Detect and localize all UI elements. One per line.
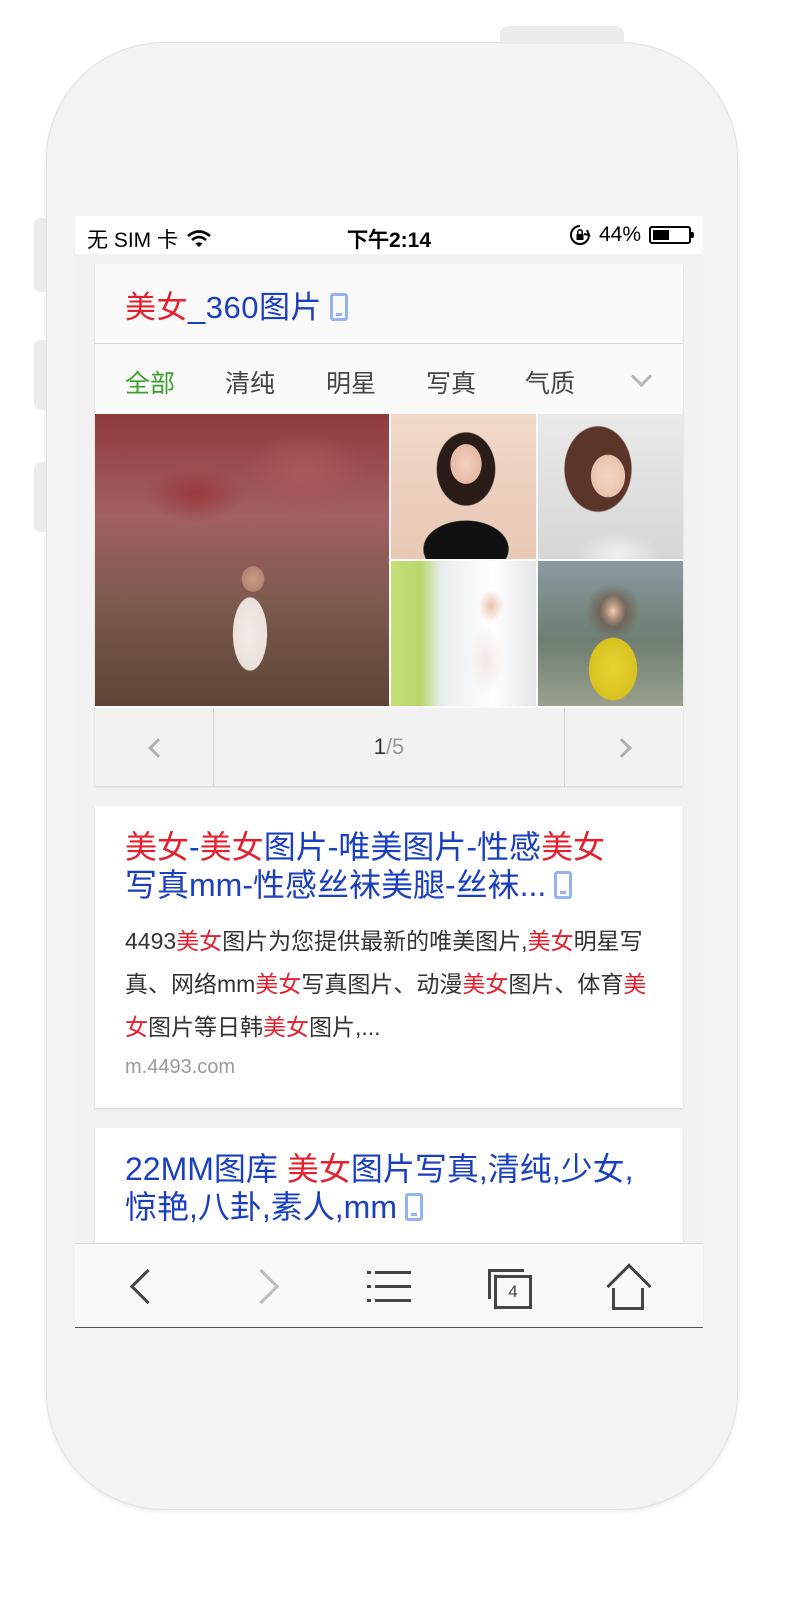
snippet-text: 4493 [125,928,177,954]
orientation-lock-icon [570,225,591,245]
image-thumbnail[interactable] [391,414,536,559]
title-highlight: 美女 [125,290,188,325]
image-thumbnail[interactable] [538,561,683,706]
snippet-text: 图片,... [309,1014,381,1040]
snippet-text: 写真图片、动漫 [301,971,463,997]
result-url[interactable]: m.4493.com [125,1056,235,1079]
battery-percent: 44% [598,223,641,246]
result-title-link[interactable]: 22MM图库 美女图片写真,清纯,少女,惊艳,八卦,素人,mm [125,1150,655,1226]
status-bar: 无 SIM 卡 下午2:14 44% [75,216,703,254]
title-highlight: 美女 [541,829,606,865]
tab-photoshoot[interactable]: 写真 [426,364,476,400]
battery-icon [649,226,694,244]
tab-elegance[interactable]: 气质 [525,364,575,400]
forward-button[interactable] [227,1244,307,1328]
mobile-friendly-icon [329,293,348,321]
browser-toolbar: 4 [75,1243,703,1328]
home-button[interactable] [592,1244,672,1328]
chevron-down-icon[interactable] [630,365,653,388]
snippet-text: 图片为您提供最新的唯美图片, [222,928,528,954]
mute-switch [34,218,46,292]
image-thumbnail-large[interactable] [95,414,389,706]
result-title-link[interactable]: 美女-美女图片-唯美图片-性感美女 写真mm-性感丝袜美腿-丝袜... [125,828,655,904]
title-text: 22MM图库 [125,1151,287,1187]
tab-all[interactable]: 全部 [125,364,175,400]
back-button[interactable] [105,1244,185,1328]
total-pages: /5 [385,734,405,759]
phone-screen: 无 SIM 卡 下午2:14 44% 美女_360图片 全部 清纯 明星 写真 … [75,216,703,1328]
volume-up-button [34,340,46,410]
image-pager: 1/5 [95,708,683,786]
snippet-highlight: 美女 [462,971,509,997]
image-result-title[interactable]: 美女_360图片 [125,282,348,327]
tabs-button[interactable]: 4 [470,1244,550,1328]
title-text: 写真mm-性感丝袜美腿-丝袜... [125,867,547,903]
tabs-count: 4 [494,1275,532,1309]
snippet-highlight: 美女 [176,928,223,954]
mobile-friendly-icon [405,1193,423,1221]
snippet-highlight: 美女 [255,971,302,997]
snippet-text: 图片、体育 [508,971,624,997]
search-result: 美女-美女图片-唯美图片-性感美女 写真mm-性感丝袜美腿-丝袜... 4493美… [95,806,683,1108]
category-tabs: 全部 清纯 明星 写真 气质 [95,344,683,414]
snippet-text: 图片等日韩 [148,1014,263,1040]
snippet-highlight: 美女 [263,1014,309,1040]
title-highlight: 美女 [199,829,264,865]
title-text: 图片-唯美图片-性感 [263,829,542,865]
next-page-button[interactable] [564,708,683,786]
current-page: 1 [373,734,386,759]
image-result-card: 美女_360图片 全部 清纯 明星 写真 气质 1/5 [95,264,683,786]
snippet-highlight: 美女 [527,928,574,954]
mobile-friendly-icon [554,871,573,899]
image-thumbnail[interactable] [538,414,683,559]
image-thumbnail[interactable] [391,561,536,706]
bookmarks-button[interactable] [349,1244,429,1328]
result-snippet: 4493美女图片为您提供最新的唯美图片,美女明星写真、网络mm美女写真图片、动漫… [125,920,660,1049]
title-highlight: 美女 [125,829,190,865]
tab-pure[interactable]: 清纯 [225,364,275,400]
back-icon [129,1268,166,1305]
volume-down-button [34,462,46,532]
title-text: - [189,829,200,865]
forward-icon [243,1268,280,1305]
tab-celebrity[interactable]: 明星 [326,364,376,400]
title-highlight: 美女 [286,1151,351,1187]
title-rest: _360图片 [188,290,322,325]
power-button [500,26,624,44]
chevron-right-icon [612,738,632,758]
